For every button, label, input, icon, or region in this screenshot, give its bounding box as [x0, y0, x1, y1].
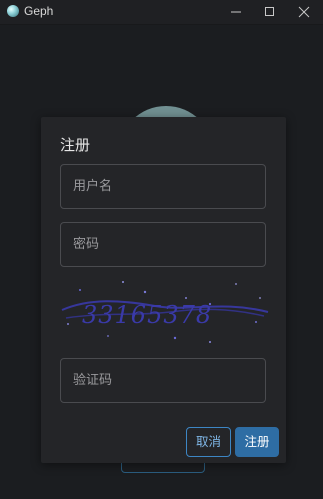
register-button[interactable]: 注册 — [235, 427, 279, 457]
maximize-icon — [265, 7, 274, 16]
password-input[interactable] — [60, 222, 266, 267]
close-button[interactable] — [289, 0, 319, 24]
geph-logo-icon — [7, 5, 19, 17]
dialog-title: 注册 — [60, 136, 91, 154]
cancel-button[interactable]: 取消 — [186, 427, 231, 457]
register-dialog: 注册 33165378 取消 注册 — [41, 117, 286, 463]
captcha-input[interactable] — [60, 358, 266, 403]
captcha-image[interactable]: 33165378 — [60, 278, 270, 346]
minimize-button[interactable] — [221, 0, 251, 24]
minimize-icon — [231, 11, 241, 13]
close-icon — [298, 6, 310, 18]
username-input[interactable] — [60, 164, 266, 209]
window-title: Geph — [24, 4, 54, 18]
captcha-text: 33165378 — [82, 301, 212, 329]
title-bar: Geph — [0, 0, 323, 25]
maximize-button[interactable] — [255, 0, 285, 24]
